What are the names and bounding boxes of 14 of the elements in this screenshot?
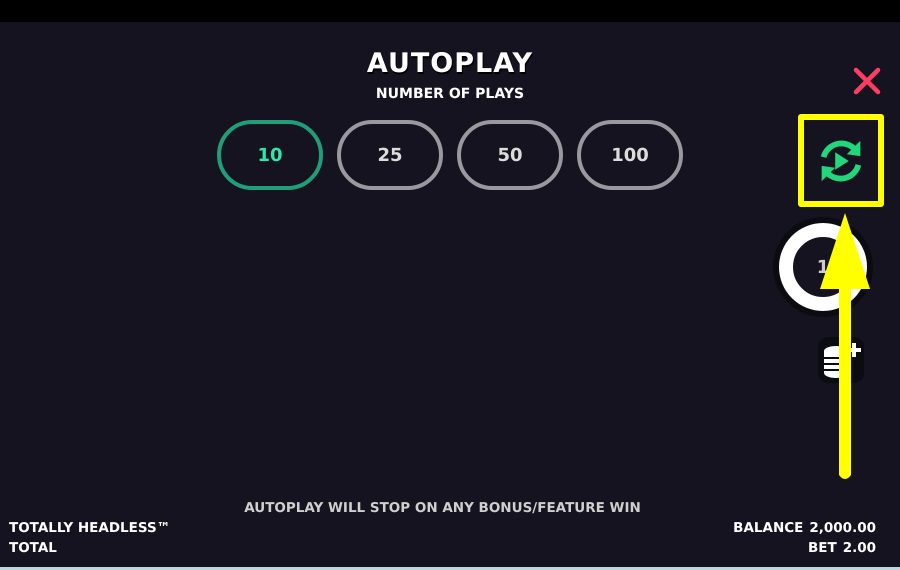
dialog-title: AUTOPLAY	[366, 47, 534, 81]
play-count-option[interactable]: 10	[217, 120, 323, 190]
close-icon[interactable]	[852, 66, 882, 96]
notice-text: AUTOPLAY WILL STOP ON ANY BONUS/FEATURE WIN	[243, 499, 642, 518]
balance-label: BALANCE	[733, 519, 804, 538]
bet-value: 2.00	[842, 539, 876, 558]
play-count-option[interactable]: 100	[577, 120, 683, 190]
section-heading: NUMBER OF PLAYS	[376, 85, 524, 104]
bet-label: BET	[808, 539, 837, 558]
play-count-option[interactable]: 25	[337, 120, 443, 190]
balance-value: 2,000.00	[809, 519, 876, 538]
play-count-option[interactable]: 50	[457, 120, 563, 190]
total-label: TOTAL	[9, 539, 57, 558]
game-name: TOTALLY HEADLESS™	[9, 519, 170, 538]
